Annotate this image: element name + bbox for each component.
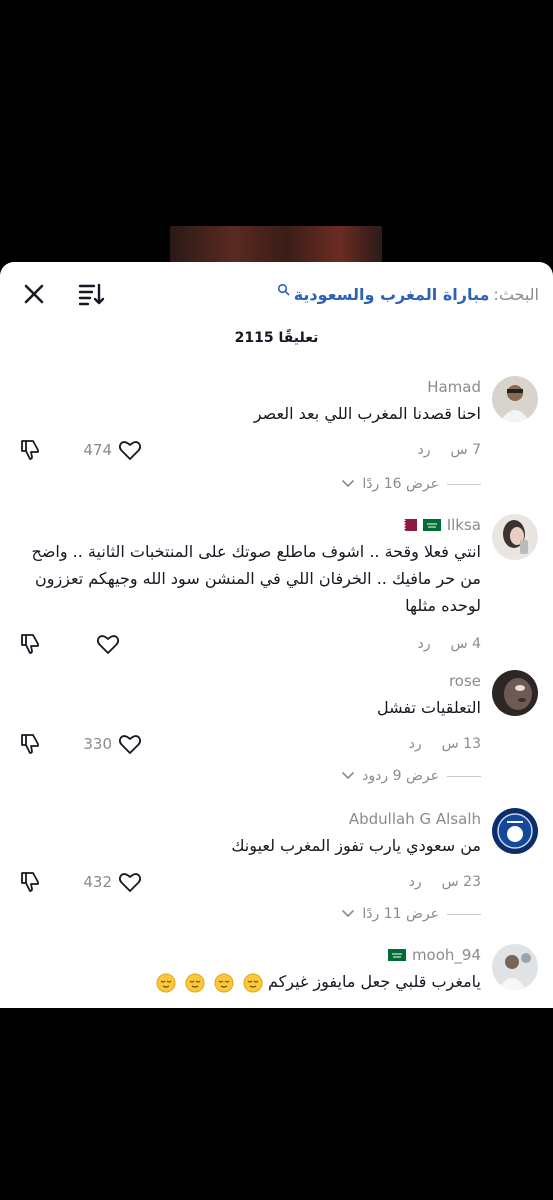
comment-username[interactable]: mooh_94 <box>387 946 481 964</box>
like-count: 432 <box>83 873 112 891</box>
search-icon <box>277 283 290 295</box>
close-icon[interactable] <box>20 280 48 308</box>
avatar-image <box>492 944 538 990</box>
comment-text: يامغرب قلبي جعل مايفوز غيركم <box>11 968 481 995</box>
replies-divider <box>447 775 481 777</box>
comment-username[interactable]: Abdullah G Alsalh <box>349 810 481 828</box>
qatar-flag-icon <box>398 519 417 531</box>
relieved-face-emoji-icon <box>243 973 263 992</box>
replies-divider <box>447 483 481 485</box>
comment-meta: 7 س رد <box>418 442 481 458</box>
comment-meta: 4 س رد <box>418 636 481 652</box>
avatar-image <box>492 376 538 422</box>
comment-username[interactable]: rose <box>449 672 481 690</box>
avatar[interactable] <box>492 670 538 716</box>
comment-username[interactable]: Ilksa <box>398 516 481 534</box>
heart-icon[interactable] <box>118 733 142 755</box>
comment-item: Ilksa انتي فعلا وقحة .. اشوف ماطلع صوتك … <box>0 514 553 664</box>
comment-item: mooh_94 يامغرب قلبي جعل مايفوز غيركم <box>0 944 553 1008</box>
avatar-image <box>492 514 538 560</box>
avatar-image <box>492 670 538 716</box>
search-prefix: البحث: <box>493 284 539 304</box>
comment-username[interactable]: Hamad <box>427 378 481 396</box>
like-count: 474 <box>83 441 112 459</box>
dislike-icon[interactable] <box>18 732 42 756</box>
avatar[interactable] <box>492 808 538 854</box>
like-row: 474 <box>18 436 142 464</box>
comment-time: 4 س <box>450 636 481 652</box>
replies-divider <box>447 913 481 915</box>
view-replies-button[interactable]: عرض 11 ردًا <box>342 906 481 922</box>
saudi-flag-icon <box>422 519 441 531</box>
avatar[interactable] <box>492 944 538 990</box>
like-count: 330 <box>83 735 112 753</box>
like-row: 330 <box>18 730 142 758</box>
avatar-image <box>492 808 538 854</box>
relieved-face-emoji-icon <box>185 973 205 992</box>
comments-header: البحث: مباراة المغرب والسعودية <box>0 262 553 322</box>
like-row: 432 <box>18 868 142 896</box>
like-row <box>18 630 42 658</box>
comment-time: 13 س <box>441 736 481 752</box>
comment-text: احنا قصدنا المغرب اللي بعد العصر <box>253 404 481 423</box>
video-background <box>170 226 382 266</box>
comment-text: انتي فعلا وقحة .. اشوف ماطلع صوتك على ال… <box>31 542 482 615</box>
avatar[interactable] <box>492 514 538 560</box>
comment-meta: 13 س رد <box>409 736 481 752</box>
comment-meta: 23 س رد <box>409 874 481 890</box>
search-link[interactable]: البحث: مباراة المغرب والسعودية <box>277 282 539 306</box>
relieved-face-emoji-icon <box>214 973 234 992</box>
comment-count: 2115 تعليقًا <box>234 330 319 346</box>
avatar[interactable] <box>492 376 538 422</box>
comment-text: من سعودي يارب تفوز المغرب لعيونك <box>231 836 481 855</box>
view-replies-button[interactable]: عرض 9 ردود <box>342 768 481 784</box>
saudi-flag-icon <box>387 949 406 961</box>
reply-button[interactable]: رد <box>418 442 431 458</box>
heart-icon[interactable] <box>118 871 142 893</box>
dislike-icon[interactable] <box>18 632 42 656</box>
chevron-down-icon <box>342 910 355 918</box>
sort-icon[interactable] <box>76 280 106 308</box>
heart-icon[interactable] <box>96 633 120 655</box>
comment-item: Hamad احنا قصدنا المغرب اللي بعد العصر 7… <box>0 376 553 496</box>
comment-item: Abdullah G Alsalh من سعودي يارب تفوز الم… <box>0 808 553 928</box>
reply-button[interactable]: رد <box>418 636 431 652</box>
search-query[interactable]: مباراة المغرب والسعودية <box>294 285 490 304</box>
relieved-face-emoji-icon <box>156 973 176 992</box>
chevron-down-icon <box>342 480 355 488</box>
heart-icon[interactable] <box>118 439 142 461</box>
comment-text: التعلقيات تفشل <box>376 698 481 717</box>
comment-time: 23 س <box>441 874 481 890</box>
view-replies-button[interactable]: عرض 16 ردًا <box>342 476 481 492</box>
reply-button[interactable]: رد <box>409 874 422 890</box>
chevron-down-icon <box>342 772 354 780</box>
dislike-icon[interactable] <box>18 870 42 894</box>
comment-time: 7 س <box>450 442 481 458</box>
dislike-icon[interactable] <box>18 438 42 462</box>
comments-sheet: البحث: مباراة المغرب والسعودية 2115 تعلي… <box>0 262 553 1008</box>
reply-button[interactable]: رد <box>409 736 422 752</box>
comment-item: rose التعلقيات تفشل 13 س رد 330 عرض 9 رد… <box>0 670 553 790</box>
